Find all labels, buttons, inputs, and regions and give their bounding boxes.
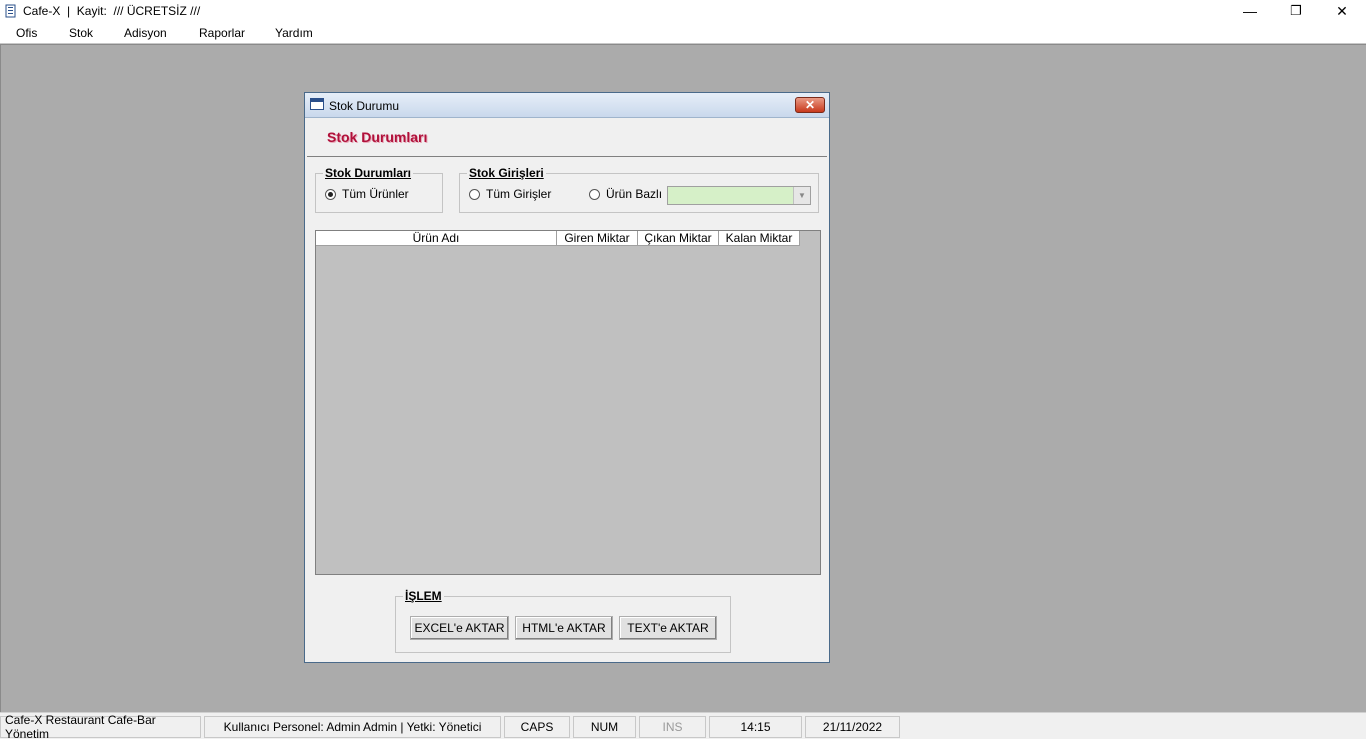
radio-tum-urunler[interactable] [325,189,336,200]
status-date: 21/11/2022 [805,716,900,738]
status-time: 14:15 [709,716,802,738]
column-urun-adi[interactable]: Ürün Adı [316,231,557,246]
menu-yardim[interactable]: Yardım [275,26,313,40]
excel-export-button[interactable]: EXCEL'e AKTAR [410,616,509,640]
app-titlebar: Cafe-X | Kayit: /// ÜCRETSİZ /// — ❐ ✕ [0,0,1366,22]
restore-button[interactable]: ❐ [1273,0,1319,22]
window-icon [310,98,324,110]
menu-raporlar[interactable]: Raporlar [199,26,245,40]
dialog-close-button[interactable]: ✕ [795,97,825,113]
status-ins: INS [639,716,706,738]
radio-urun-bazli-label[interactable]: Ürün Bazlı [606,187,662,201]
app-icon [5,4,16,18]
header-panel: Stok Durumları [307,119,827,157]
text-export-button[interactable]: TEXT'e AKTAR [619,616,717,640]
grid-header: Ürün Adı Giren Miktar Çıkan Miktar Kalan… [316,231,800,246]
column-giren-miktar[interactable]: Giren Miktar [557,231,638,246]
column-cikan-miktar[interactable]: Çıkan Miktar [638,231,719,246]
column-kalan-miktar[interactable]: Kalan Miktar [719,231,800,246]
group-stok-girisleri: Stok Girişleri Tüm Girişler Ürün Bazlı ▼ [459,166,819,213]
statusbar: Cafe-X Restaurant Cafe-Bar Yönetim Kulla… [0,712,1366,741]
status-num: NUM [573,716,636,738]
app-title: Cafe-X | Kayit: /// ÜCRETSİZ /// [23,4,201,18]
group-stok-durumlari: Stok Durumları Tüm Ürünler [315,166,443,213]
status-app-name: Cafe-X Restaurant Cafe-Bar Yönetim [0,713,201,741]
menu-ofis[interactable]: Ofis [16,26,37,40]
radio-tum-girisler[interactable] [469,189,480,200]
menu-adisyon[interactable]: Adisyon [124,26,167,40]
dialog-title: Stok Durumu [329,99,400,113]
stok-durumu-dialog: Stok Durumu ✕ Stok Durumları Stok Duruml… [304,92,830,663]
close-button[interactable]: ✕ [1319,0,1365,22]
radio-tum-urunler-label[interactable]: Tüm Ürünler [342,187,409,201]
group-islem-label: İŞLEM [403,589,444,603]
stok-grid[interactable]: Ürün Adı Giren Miktar Çıkan Miktar Kalan… [315,230,821,575]
status-caps: CAPS [504,716,570,738]
html-export-button[interactable]: HTML'e AKTAR [515,616,613,640]
chevron-down-icon[interactable]: ▼ [793,187,810,204]
radio-tum-girisler-label[interactable]: Tüm Girişler [486,187,551,201]
group-stok-girisleri-label: Stok Girişleri [467,166,546,180]
radio-urun-bazli[interactable] [589,189,600,200]
urun-select[interactable]: ▼ [667,186,811,205]
dialog-titlebar[interactable]: Stok Durumu ✕ [305,93,829,118]
status-user: Kullanıcı Personel: Admin Admin | Yetki:… [204,716,501,738]
group-islem: İŞLEM EXCEL'e AKTAR HTML'e AKTAR TEXT'e … [395,589,731,653]
minimize-button[interactable]: — [1227,0,1273,22]
menu-stok[interactable]: Stok [69,26,93,40]
menubar: Ofis Stok Adisyon Raporlar Yardım [0,22,1366,44]
header-title: Stok Durumları [327,129,428,145]
group-stok-durumlari-label: Stok Durumları [323,166,414,180]
